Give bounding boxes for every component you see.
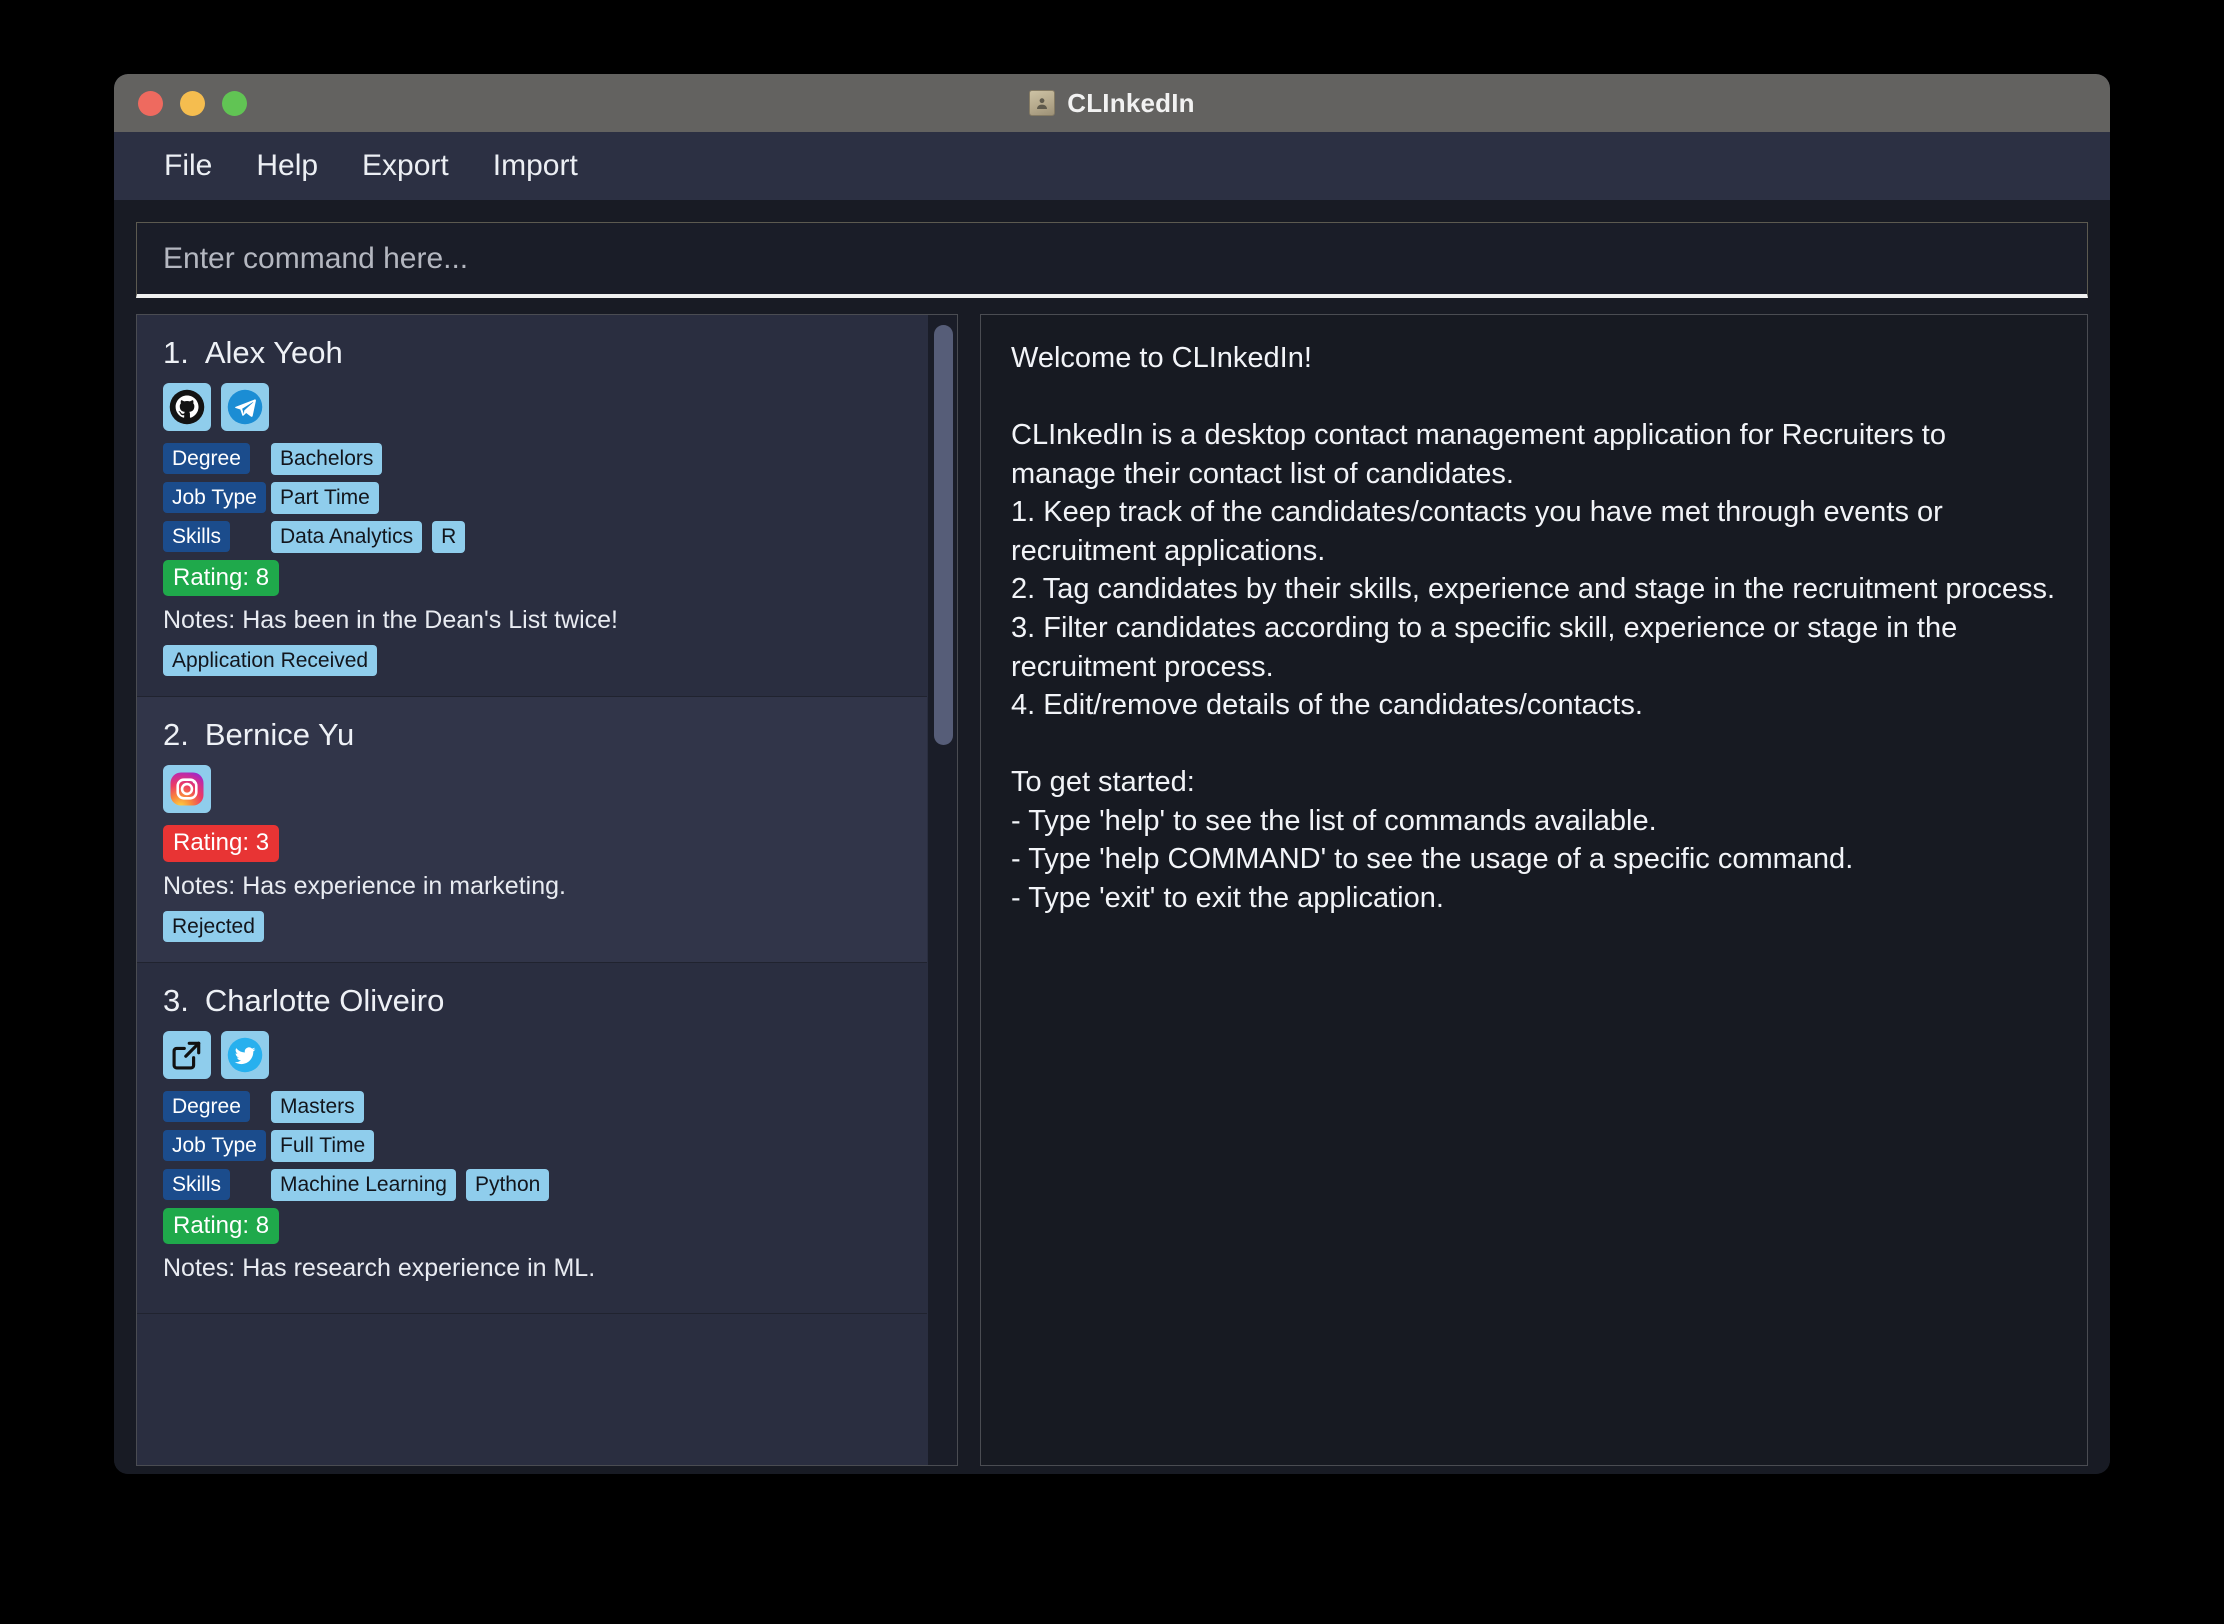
window-title: CLInkedIn [1067, 87, 1195, 118]
attribute-row: Job Type Full Time [163, 1130, 897, 1162]
result-display-panel: Welcome to CLInkedIn! CLInkedIn is a des… [980, 314, 2088, 1466]
attribute-value-tag: Masters [271, 1091, 364, 1123]
attribute-values: Masters [271, 1091, 364, 1123]
candidate-header: 1. Alex Yeoh [163, 335, 897, 371]
social-links-row [163, 1030, 897, 1079]
candidate-card[interactable]: 3. Charlotte Oliveiro Degree Masters Job Typ… [137, 962, 927, 1315]
rating-badge: Rating: 3 [163, 825, 280, 862]
candidate-card[interactable]: 1. Alex Yeoh Degree Bachelors Job Type Part T… [137, 315, 927, 698]
title-bar: CLInkedIn [114, 74, 2110, 132]
window-body: Enter command here... 1. Alex Yeoh Degree B… [114, 200, 2110, 1474]
command-input-placeholder: Enter command here... [163, 241, 469, 275]
scrollbar-thumb[interactable] [934, 325, 953, 745]
social-links-row [163, 765, 897, 814]
candidate-index: 1. [163, 335, 189, 370]
candidate-list-panel: 1. Alex Yeoh Degree Bachelors Job Type Part T… [136, 314, 958, 1466]
attribute-value-tag: Full Time [271, 1130, 375, 1162]
attribute-row: Skills Machine Learning Python [163, 1169, 897, 1201]
attribute-values: Full Time [271, 1130, 375, 1162]
instagram-icon[interactable] [163, 765, 211, 814]
attribute-value-tag: Python [465, 1169, 550, 1201]
maximize-button[interactable] [222, 90, 247, 116]
attribute-label: Skills [163, 521, 231, 553]
command-input[interactable]: Enter command here... [136, 222, 2088, 298]
rating-row: Rating: 8 [163, 1207, 897, 1254]
attribute-value-tag: Data Analytics [271, 521, 423, 553]
attribute-label: Job Type [163, 1130, 266, 1162]
rating-row: Rating: 3 [163, 825, 897, 871]
menu-item-import[interactable]: Import [471, 143, 600, 189]
attribute-label-slot: Skills [163, 521, 271, 553]
menu-item-file[interactable]: File [142, 143, 234, 189]
candidate-header: 3. Charlotte Oliveiro [163, 983, 897, 1019]
attribute-label-slot: Job Type [163, 1130, 271, 1162]
github-icon[interactable] [163, 383, 211, 431]
command-box-wrapper: Enter command here... [136, 200, 2088, 314]
candidate-index: 2. [163, 717, 189, 753]
rating-badge: Rating: 8 [163, 1207, 280, 1245]
attribute-row: Skills Data Analytics R [163, 521, 897, 553]
candidate-name: Alex Yeoh [204, 335, 343, 370]
split-panes: 1. Alex Yeoh Degree Bachelors Job Type Part T… [136, 314, 2088, 1474]
rating-row: Rating: 8 [163, 560, 897, 606]
candidate-notes: Notes: Has been in the Dean's List twice… [163, 606, 619, 635]
window-title-group: CLInkedIn [114, 88, 2110, 119]
candidate-list-scrollbar[interactable] [927, 315, 957, 1465]
attribute-value-tag: Machine Learning [271, 1169, 456, 1201]
candidate-status-tag: Rejected [163, 910, 264, 942]
close-button[interactable] [138, 90, 163, 116]
candidate-card[interactable]: 2. Bernice Yu Rating: 3 Notes: Has experien… [137, 697, 927, 963]
attribute-values: Bachelors [271, 443, 383, 475]
twitter-icon[interactable] [221, 1030, 269, 1079]
candidate-name: Bernice Yu [204, 717, 355, 753]
candidate-notes: Notes: Has research experience in ML. [163, 1254, 596, 1283]
attribute-label-slot: Degree [163, 443, 271, 475]
attribute-label: Degree [163, 443, 250, 475]
menu-item-export[interactable]: Export [340, 143, 471, 189]
attribute-value-tag: R [432, 521, 466, 553]
attribute-value-tag: Bachelors [271, 443, 383, 475]
status-tag-row: Application Received [163, 645, 897, 677]
result-display-text: Welcome to CLInkedIn! CLInkedIn is a des… [1011, 342, 2056, 914]
contact-book-icon [1029, 90, 1056, 116]
attribute-value-tag: Part Time [271, 482, 379, 514]
candidate-header: 2. Bernice Yu [163, 717, 897, 753]
attribute-row: Degree Bachelors [163, 443, 897, 475]
minimize-button[interactable] [180, 90, 205, 116]
attribute-values: Part Time [271, 482, 379, 514]
app-window: CLInkedIn File Help Export Import Enter … [114, 74, 2110, 1474]
rating-badge: Rating: 8 [163, 560, 280, 597]
attribute-label: Degree [163, 1091, 250, 1123]
candidate-name: Charlotte Oliveiro [204, 982, 445, 1018]
candidate-notes: Notes: Has experience in marketing. [163, 871, 566, 900]
candidate-card-stack: 1. Alex Yeoh Degree Bachelors Job Type Part T… [137, 315, 927, 1315]
menu-bar: File Help Export Import [114, 132, 2110, 200]
attribute-row: Degree Masters [163, 1091, 897, 1123]
menu-item-help[interactable]: Help [234, 143, 340, 189]
external-link-icon[interactable] [163, 1030, 211, 1079]
attribute-label-slot: Skills [163, 1169, 271, 1201]
social-links-row [163, 383, 897, 431]
attribute-label-slot: Job Type [163, 482, 271, 514]
candidate-list-scroll-area: 1. Alex Yeoh Degree Bachelors Job Type Part T… [137, 315, 927, 1465]
candidate-index: 3. [163, 982, 189, 1018]
attribute-label: Job Type [163, 482, 266, 514]
attribute-label-slot: Degree [163, 1091, 271, 1123]
telegram-icon[interactable] [221, 383, 269, 431]
attribute-values: Machine Learning Python [271, 1169, 550, 1201]
attribute-row: Job Type Part Time [163, 482, 897, 514]
traffic-light-group [138, 90, 247, 116]
attribute-label: Skills [163, 1169, 231, 1201]
candidate-status-tag: Application Received [163, 645, 378, 677]
attribute-values: Data Analytics R [271, 521, 466, 553]
status-tag-row: Rejected [163, 910, 897, 942]
